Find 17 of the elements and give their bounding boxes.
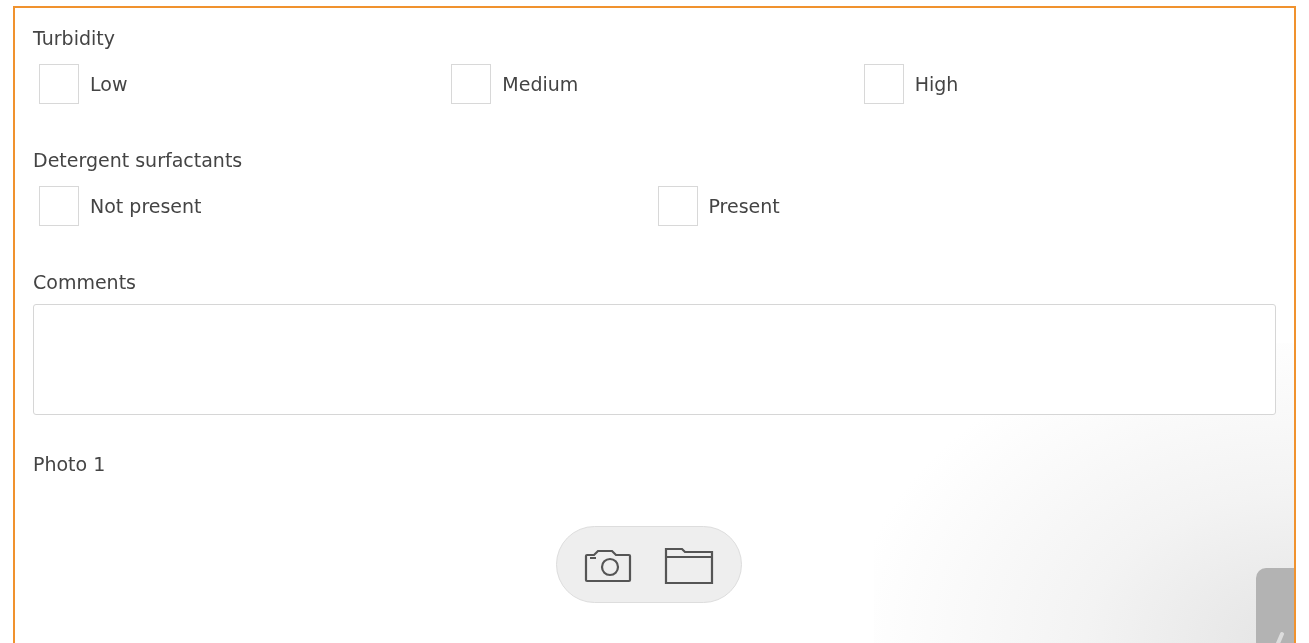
option-label[interactable]: Present	[708, 195, 780, 217]
question-label: Detergent surfactants	[33, 148, 244, 172]
checkbox[interactable]	[657, 186, 698, 226]
question-label: Photo 1	[33, 452, 107, 476]
option-label[interactable]: Low	[90, 73, 128, 95]
checkbox[interactable]	[39, 64, 79, 104]
side-tab[interactable]	[1256, 568, 1294, 643]
checkbox[interactable]	[863, 64, 904, 104]
slash-icon	[1274, 632, 1284, 643]
checkbox[interactable]	[39, 186, 79, 226]
option-label[interactable]: Medium	[502, 73, 579, 95]
question-label: Turbidity	[33, 26, 116, 50]
option-label[interactable]: High	[914, 73, 959, 95]
comments-field[interactable]	[33, 304, 1276, 415]
checkbox[interactable]	[451, 64, 492, 104]
option-label[interactable]: Not present	[90, 195, 202, 217]
question-label: Comments	[33, 270, 137, 294]
